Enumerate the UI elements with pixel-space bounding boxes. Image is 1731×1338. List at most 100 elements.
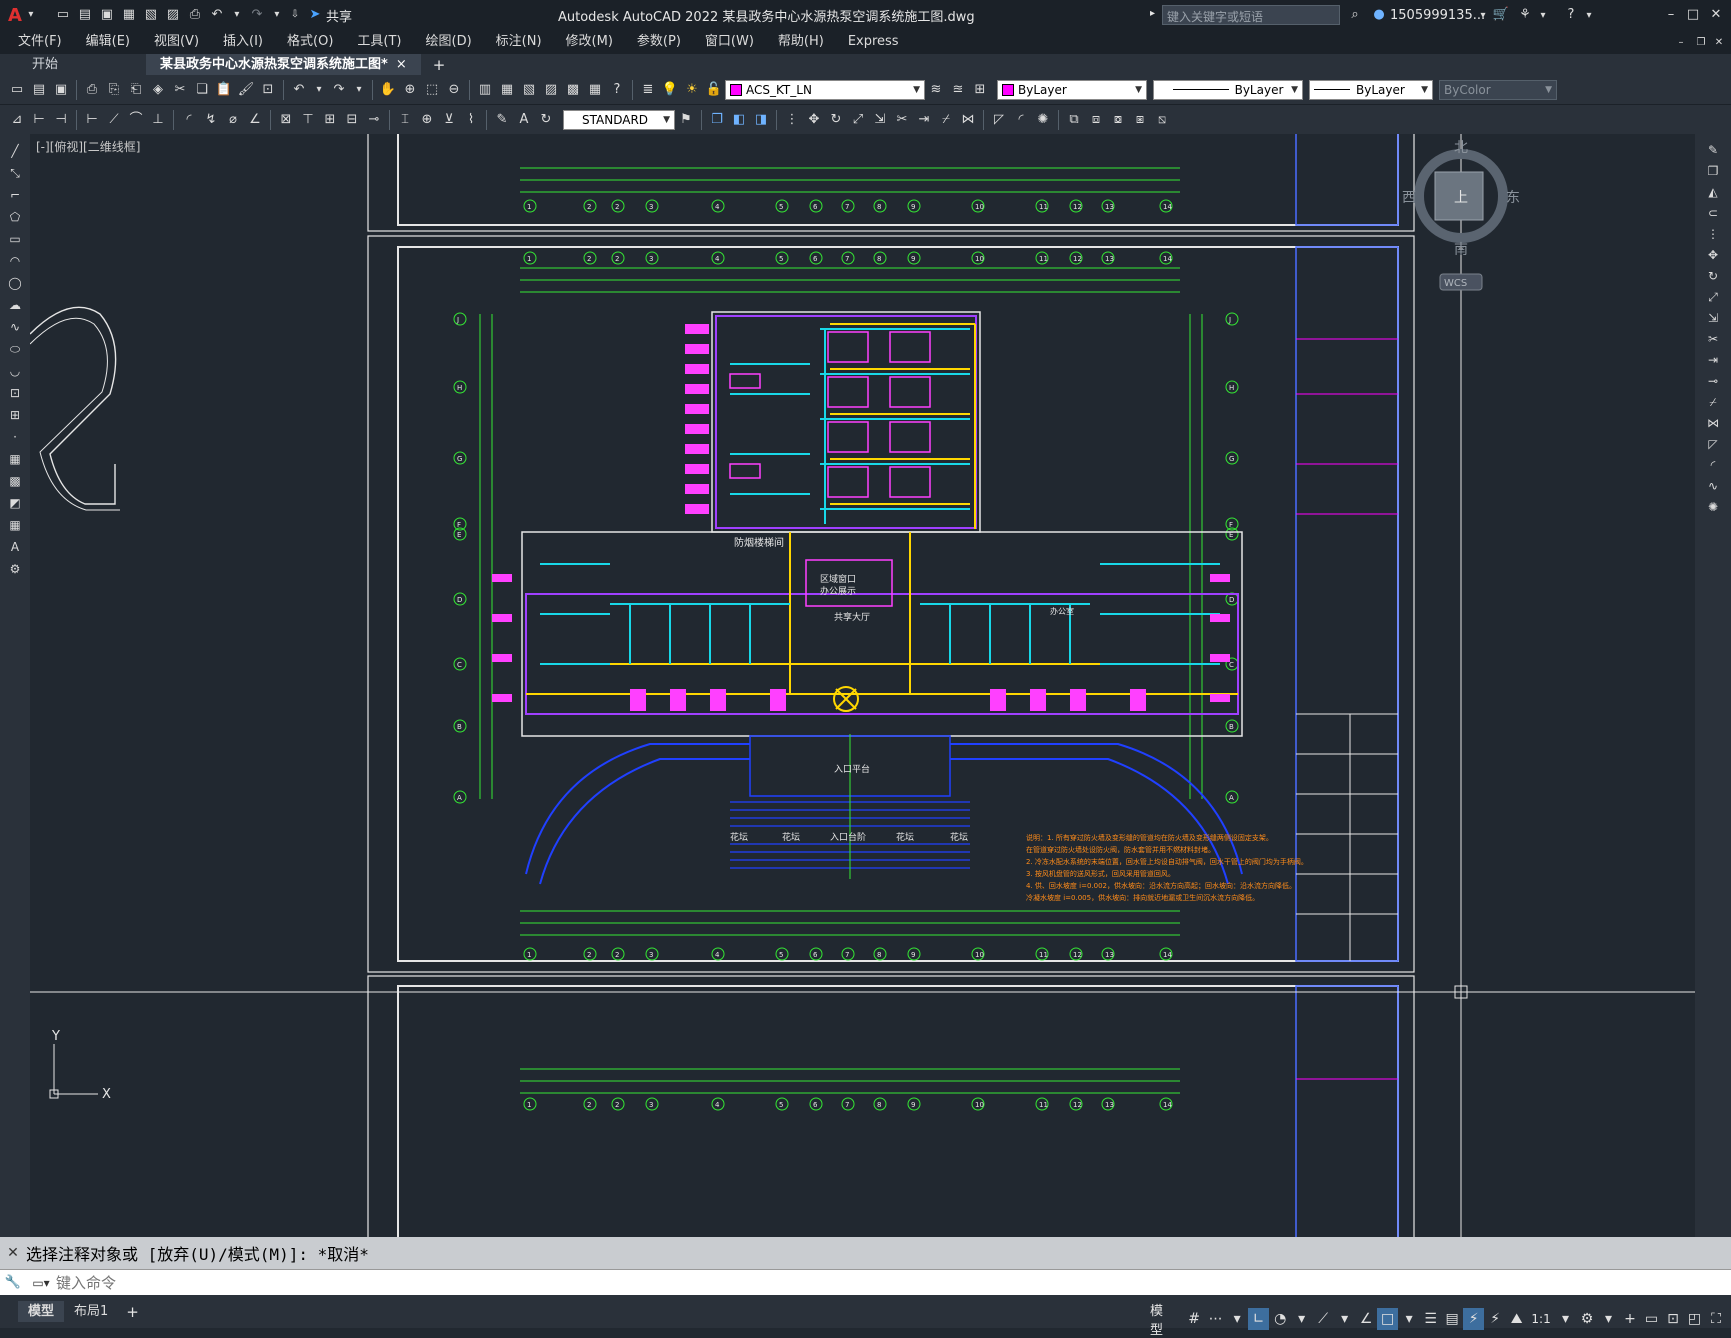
ortho-icon[interactable]: ∟ [1247, 1308, 1270, 1330]
gradient-icon[interactable]: ▩ [6, 472, 24, 490]
tab-drawing[interactable]: 某县政务中心水源热泵空调系统施工图* × [146, 54, 421, 75]
trim-icon[interactable]: ✂ [893, 111, 911, 129]
clean-screen-icon[interactable]: ⛶ [1705, 1308, 1727, 1330]
isodraft-dropdown-icon[interactable]: ▾ [1334, 1308, 1356, 1330]
isodraft-icon[interactable]: ⟋ [1312, 1308, 1334, 1330]
scale-dropdown-icon[interactable]: ▾ [1555, 1308, 1577, 1330]
layer-lock-icon[interactable]: 🔓 [705, 81, 723, 99]
undo-icon[interactable]: ↶ [208, 6, 226, 24]
dim-linear2-icon[interactable]: ⊢ [83, 111, 101, 129]
markup-icon[interactable]: ▩ [564, 81, 582, 99]
a360-dropdown-icon[interactable]: ▾ [1536, 7, 1550, 25]
color-dropdown[interactable]: ByLayer ▼ [997, 79, 1147, 100]
command-close-icon[interactable]: ✕ [0, 1245, 26, 1261]
3d-print-icon[interactable]: ◈ [149, 81, 167, 99]
stretch-icon[interactable]: ⇲ [1704, 309, 1722, 328]
undo-dropdown-icon[interactable]: ▾ [312, 81, 326, 99]
tool-palettes-icon[interactable]: ▧ [520, 81, 538, 99]
annotation-scale-icon[interactable]: ⛰ [1506, 1308, 1528, 1330]
search-input[interactable]: 键入关键字或短语 [1162, 5, 1340, 25]
help-icon[interactable]: ? [608, 81, 626, 99]
draworder-icon[interactable]: ⧉ [1065, 111, 1083, 129]
layer-previous-icon[interactable]: ≊ [949, 81, 967, 99]
transparency-icon[interactable]: ▤ [1441, 1308, 1463, 1330]
layer-dropdown[interactable]: ACS_KT_LN ▼ [725, 79, 925, 100]
plot-icon[interactable]: ⎙ [83, 81, 101, 99]
offset-icon[interactable]: ◨ [752, 111, 770, 129]
layer-states-icon[interactable]: ⊞ [971, 81, 989, 99]
revcloud-icon[interactable]: ☁ [6, 296, 24, 314]
snap-dropdown-icon[interactable]: ▾ [1226, 1308, 1248, 1330]
fillet-icon[interactable]: ◜ [1012, 111, 1030, 129]
dim-space-icon[interactable]: ⊟ [343, 111, 361, 129]
annotation-monitor-icon[interactable]: + [1619, 1308, 1641, 1330]
tab-close-icon[interactable]: × [396, 54, 407, 75]
menu-help[interactable]: 帮助(H) [766, 30, 836, 54]
undo-dropdown-icon[interactable]: ▾ [230, 6, 244, 24]
menu-express[interactable]: Express [836, 30, 911, 54]
user-icon[interactable]: ● [1370, 6, 1388, 24]
layer-on-icon[interactable]: 💡 [661, 81, 679, 99]
search-icon[interactable]: ⌕ [1346, 6, 1364, 24]
osnap-dropdown-icon[interactable]: ▾ [1398, 1308, 1420, 1330]
array-icon[interactable]: ⋮ [1704, 225, 1722, 244]
dim-style-icon[interactable]: ⚑ [677, 111, 695, 129]
workspace-gear-icon[interactable]: ⚙ [1576, 1308, 1598, 1330]
user-dropdown-icon[interactable]: ▾ [1476, 7, 1490, 25]
point-icon[interactable]: · [6, 428, 24, 446]
stretch-icon[interactable]: ⇲ [871, 111, 889, 129]
plotstyle-dropdown[interactable]: ByColor ▼ [1439, 79, 1557, 100]
save-icon[interactable]: ▣ [52, 81, 70, 99]
dim-linear-icon[interactable]: ⊢ [30, 111, 48, 129]
offset-icon[interactable]: ⊂ [1704, 204, 1722, 223]
move-icon[interactable]: ✥ [805, 111, 823, 129]
new-icon[interactable]: ▭ [54, 6, 72, 24]
insert-block-icon[interactable]: ⊡ [6, 384, 24, 402]
dim-ordinate-icon[interactable]: ⊥ [149, 111, 167, 129]
dim-break-icon[interactable]: ⊸ [365, 111, 383, 129]
viewcube-top-face[interactable]: 上 [1454, 190, 1468, 206]
join-icon[interactable]: ⋈ [1704, 414, 1722, 433]
wcs-menu[interactable]: WCS [1444, 278, 1467, 289]
snap-icon[interactable]: ⋯ [1205, 1308, 1227, 1330]
minimize-icon[interactable]: – [1662, 6, 1680, 24]
polygon-icon[interactable]: ⬠ [6, 208, 24, 226]
drawing-viewport[interactable]: [-][俯视][二维线框] 1 2 2 3 4 5 6 7 8 9 10 11 … [30, 134, 1695, 1237]
menu-tools[interactable]: 工具(T) [345, 30, 413, 54]
mirror-icon[interactable]: ◧ [730, 111, 748, 129]
layout-tab-model[interactable]: 模型 [18, 1301, 65, 1322]
command-customize-icon[interactable]: 🔧 [0, 1275, 26, 1290]
break-icon[interactable]: ⌿ [937, 111, 955, 129]
make-block-icon[interactable]: ⊞ [6, 406, 24, 424]
menu-file[interactable]: 文件(F) [0, 30, 74, 54]
mtext-icon[interactable]: A [6, 538, 24, 556]
array-icon[interactable]: ⋮ [783, 111, 801, 129]
user-name[interactable]: 1505999135... [1390, 8, 1485, 23]
open-web-icon[interactable]: ▧ [142, 6, 160, 24]
doc-restore-icon[interactable]: ❐ [1694, 34, 1708, 52]
dim-jogged-icon[interactable]: ↯ [202, 111, 220, 129]
compass-east[interactable]: 东 [1506, 190, 1520, 206]
dim-arc-icon[interactable]: ⌒ [127, 111, 145, 129]
dim-baseline-icon[interactable]: ⊤ [299, 111, 317, 129]
copy-obj-icon[interactable]: ❐ [708, 111, 726, 129]
doc-minimize-icon[interactable]: – [1674, 34, 1688, 52]
zoom-previous-icon[interactable]: ⊖ [445, 81, 463, 99]
make-current-layer-icon[interactable]: ≋ [927, 81, 945, 99]
redo-icon[interactable]: ↷ [248, 6, 266, 24]
redo-dropdown-icon[interactable]: ▾ [352, 81, 366, 99]
arc-icon[interactable]: ◠ [6, 252, 24, 270]
rectangle-icon[interactable]: ▭ [6, 230, 24, 248]
rotate-icon[interactable]: ↻ [827, 111, 845, 129]
ellipse-arc-icon[interactable]: ◡ [6, 362, 24, 380]
units-icon[interactable]: ▭ [1641, 1308, 1663, 1330]
publish-icon[interactable]: ⎗ [127, 81, 145, 99]
design-center-icon[interactable]: ▦ [498, 81, 516, 99]
explode-icon[interactable]: ✺ [1704, 498, 1722, 517]
customize-qat-icon[interactable]: ⇩ [288, 6, 302, 24]
layer-properties-icon[interactable]: ≣ [639, 81, 657, 99]
cart-icon[interactable]: 🛒 [1492, 6, 1510, 24]
properties-icon[interactable]: ▥ [476, 81, 494, 99]
erase-icon[interactable]: ✎ [1704, 141, 1722, 160]
scale-icon[interactable]: ⤢ [1704, 288, 1722, 307]
